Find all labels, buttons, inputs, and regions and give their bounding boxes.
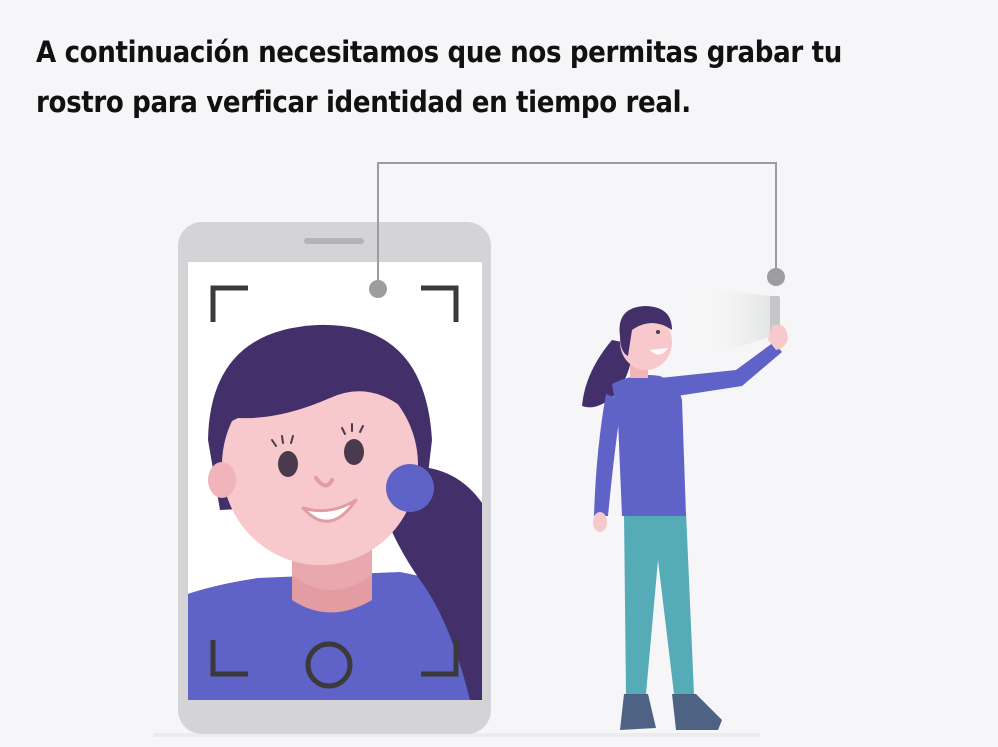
phone-speaker — [304, 238, 364, 244]
woman-taking-selfie — [582, 286, 788, 730]
selfie-verification-illustration — [153, 162, 788, 737]
